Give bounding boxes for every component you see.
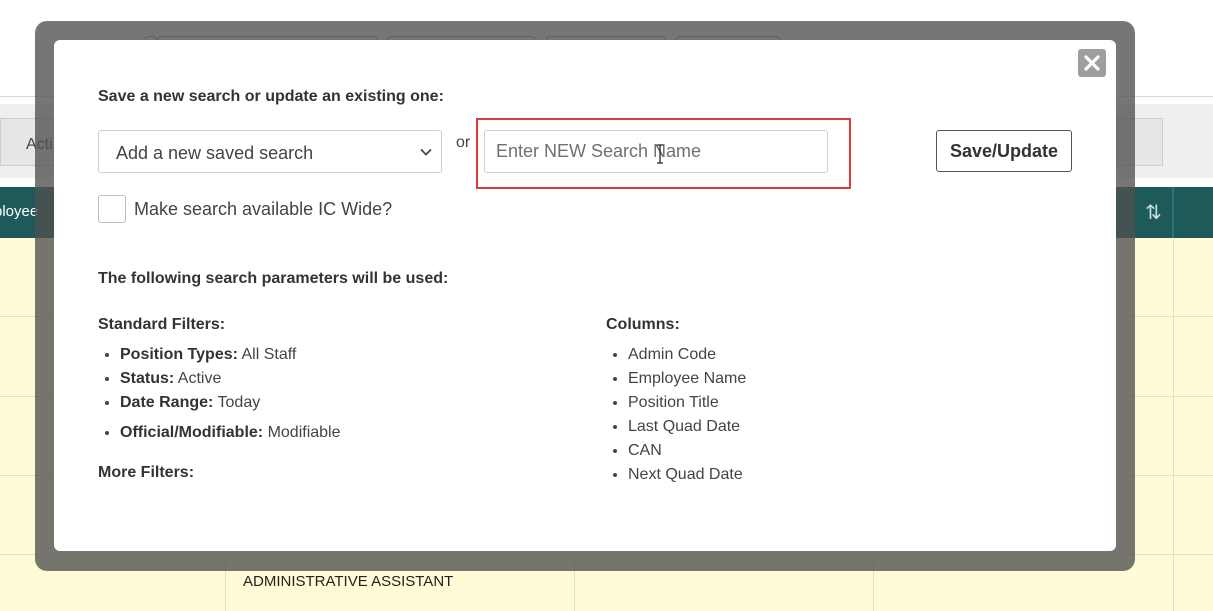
more-filters-title: More Filters:	[98, 464, 195, 481]
filter-label: Position Types:	[120, 346, 238, 363]
filter-label: Official/Modifiable:	[120, 424, 264, 441]
filter-value: Modifiable	[267, 424, 341, 441]
or-label: or	[456, 134, 471, 151]
list-item: Date Range: Today	[120, 393, 341, 417]
saved-search-select-value: Add a new saved search	[116, 143, 314, 163]
filter-value: Today	[217, 394, 261, 411]
list-item: Employee Name	[628, 369, 746, 393]
standard-filters-list: Position Types: All Staff Status: Active…	[98, 345, 341, 447]
save-update-button[interactable]: Save/Update	[936, 130, 1072, 172]
list-item: Official/Modifiable: Modifiable	[120, 417, 341, 447]
list-item: Admin Code	[628, 345, 746, 369]
ic-wide-checkbox[interactable]	[98, 195, 126, 223]
list-item: CAN	[628, 441, 746, 465]
list-item: Next Quad Date	[628, 465, 746, 489]
filter-label: Date Range:	[120, 394, 214, 411]
filter-value: All Staff	[241, 346, 297, 363]
filter-label: Status:	[120, 370, 175, 387]
list-item: Last Quad Date	[628, 417, 746, 441]
text-cursor-icon	[657, 144, 663, 164]
close-button[interactable]	[1078, 49, 1106, 77]
columns-title: Columns:	[606, 316, 680, 333]
standard-filters-title: Standard Filters:	[98, 316, 226, 333]
filter-value: Active	[177, 370, 222, 387]
list-item: Status: Active	[120, 369, 341, 393]
ic-wide-label: Make search available IC Wide?	[134, 199, 393, 219]
close-icon	[1084, 55, 1100, 71]
chevron-down-icon	[420, 148, 432, 156]
saved-search-select[interactable]: Add a new saved search	[98, 130, 442, 173]
columns-list: Admin Code Employee Name Position Title …	[606, 345, 746, 489]
save-search-dialog: Save a new search or update an existing …	[54, 40, 1116, 551]
dialog-heading: Save a new search or update an existing …	[98, 88, 444, 105]
list-item: Position Title	[628, 393, 746, 417]
list-item: Position Types: All Staff	[120, 345, 341, 369]
params-heading: The following search parameters will be …	[98, 270, 449, 287]
